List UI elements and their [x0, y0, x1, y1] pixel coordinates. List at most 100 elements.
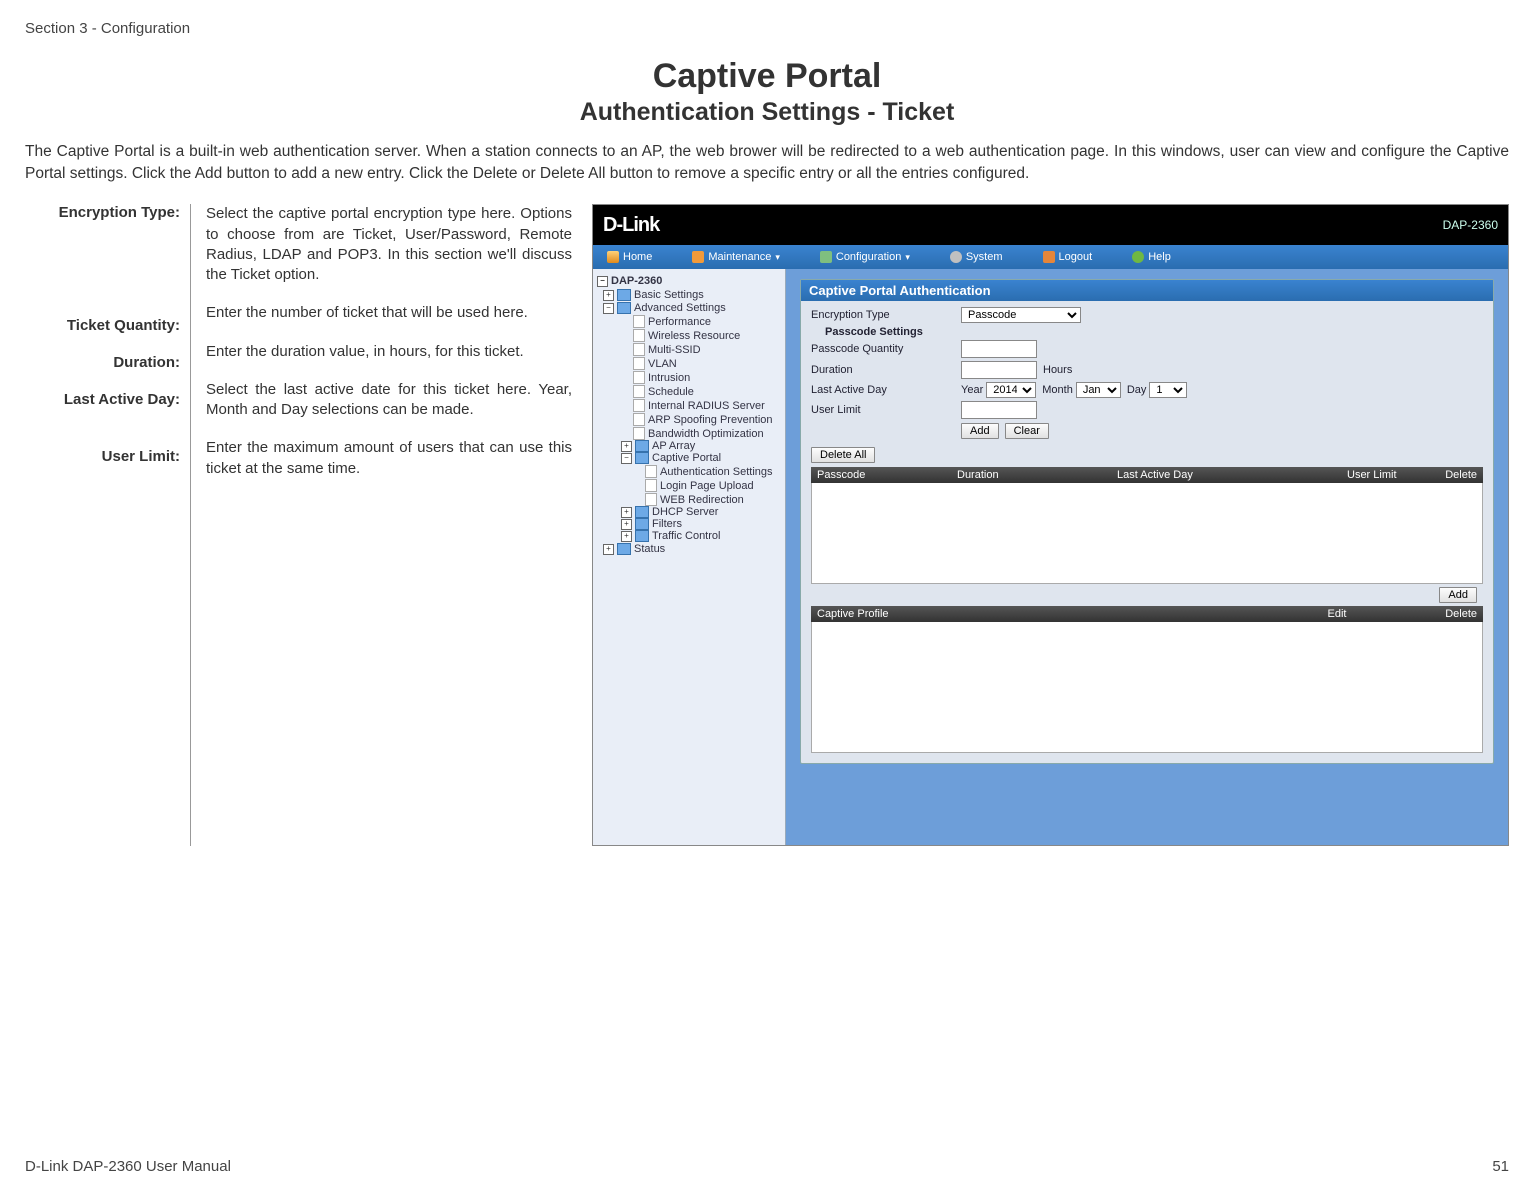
- tree-dhcp-server[interactable]: +DHCP Server: [621, 506, 781, 518]
- passcode-quantity-input[interactable]: [961, 340, 1037, 358]
- brand-logo: D-Link: [603, 214, 659, 237]
- menu-maintenance[interactable]: Maintenance▾: [692, 251, 780, 263]
- folder-icon: [635, 530, 649, 542]
- tree-filters[interactable]: +Filters: [621, 518, 781, 530]
- plus-icon[interactable]: +: [603, 544, 614, 555]
- profile-table-body: [811, 622, 1483, 753]
- captive-panel: Captive Portal Authentication Encryption…: [800, 279, 1494, 764]
- chevron-down-icon: ▾: [775, 252, 780, 263]
- page-icon: [645, 493, 657, 506]
- definitions: Encryption Type: Ticket Quantity: Durati…: [25, 204, 572, 846]
- passcode-table-header: Passcode Duration Last Active Day User L…: [811, 467, 1483, 483]
- chevron-down-icon: ▾: [905, 252, 910, 263]
- page-icon: [645, 465, 657, 478]
- col-lastday: Last Active Day: [1117, 469, 1347, 481]
- col-profile: Captive Profile: [817, 608, 1277, 620]
- day-select[interactable]: 1: [1149, 382, 1187, 398]
- tree-status[interactable]: +Status: [603, 543, 781, 555]
- tree-root-label: DAP-2360: [611, 275, 662, 287]
- topbar: D-Link DAP-2360: [593, 205, 1508, 245]
- menubar: Home Maintenance▾ Configuration▾ System …: [593, 245, 1508, 269]
- plus-icon[interactable]: +: [621, 441, 632, 452]
- user-limit-input[interactable]: [961, 401, 1037, 419]
- page-icon: [633, 371, 645, 384]
- def-desc-user-limit: Enter the maximum amount of users that c…: [206, 438, 572, 479]
- user-limit-label: User Limit: [811, 404, 961, 416]
- col-edit: Edit: [1277, 608, 1397, 620]
- page-icon: [633, 357, 645, 370]
- menu-home[interactable]: Home: [607, 251, 652, 263]
- def-desc-encryption: Select the captive portal encryption typ…: [206, 204, 572, 285]
- tree-leaf-wireless-resource[interactable]: Wireless Resource: [633, 329, 781, 342]
- def-desc-last-active: Select the last active date for this tic…: [206, 380, 572, 421]
- duration-label: Duration: [811, 364, 961, 376]
- tree-leaf-arp[interactable]: ARP Spoofing Prevention: [633, 413, 781, 426]
- tree-leaf-multi-ssid[interactable]: Multi-SSID: [633, 343, 781, 356]
- menu-logout-label: Logout: [1059, 251, 1093, 263]
- plus-icon[interactable]: +: [603, 290, 614, 301]
- plus-icon[interactable]: +: [621, 519, 632, 530]
- passcode-settings-heading: Passcode Settings: [825, 326, 1483, 338]
- menu-system[interactable]: System: [950, 251, 1003, 263]
- folder-icon: [617, 543, 631, 555]
- main-panel-area: Captive Portal Authentication Encryption…: [786, 269, 1508, 845]
- menu-logout[interactable]: Logout: [1043, 251, 1093, 263]
- footer-page-number: 51: [1492, 1158, 1509, 1175]
- tree-traffic-control[interactable]: +Traffic Control: [621, 530, 781, 542]
- page-icon: [633, 413, 645, 426]
- tree-leaf-auth-settings[interactable]: Authentication Settings: [645, 465, 781, 478]
- menu-configuration[interactable]: Configuration▾: [820, 251, 910, 263]
- panel-title: Captive Portal Authentication: [809, 283, 991, 298]
- minus-icon[interactable]: −: [597, 276, 608, 287]
- tree-root[interactable]: −DAP-2360: [597, 275, 781, 287]
- col-userlimit: User Limit: [1347, 469, 1427, 481]
- page-icon: [645, 479, 657, 492]
- folder-icon: [635, 506, 649, 518]
- passcode-table-body: [811, 483, 1483, 584]
- month-label: Month: [1042, 384, 1073, 396]
- year-select[interactable]: 2014: [986, 382, 1036, 398]
- help-icon: [1132, 251, 1144, 263]
- add-button[interactable]: Add: [961, 423, 999, 439]
- minus-icon[interactable]: −: [621, 453, 632, 464]
- tree-leaf-bandwidth[interactable]: Bandwidth Optimization: [633, 427, 781, 440]
- tree-ap-array[interactable]: +AP Array: [621, 440, 781, 452]
- page-icon: [633, 427, 645, 440]
- add-profile-button[interactable]: Add: [1439, 587, 1477, 603]
- tree-basic-label: Basic Settings: [634, 289, 704, 301]
- tree-leaf-intrusion[interactable]: Intrusion: [633, 371, 781, 384]
- passcode-quantity-label: Passcode Quantity: [811, 343, 961, 355]
- tree-leaf-schedule[interactable]: Schedule: [633, 385, 781, 398]
- page-title: Captive Portal: [25, 57, 1509, 96]
- menu-system-label: System: [966, 251, 1003, 263]
- tree-leaf-vlan[interactable]: VLAN: [633, 357, 781, 370]
- col-duration: Duration: [957, 469, 1117, 481]
- page-icon: [633, 399, 645, 412]
- plus-icon[interactable]: +: [621, 531, 632, 542]
- delete-all-button[interactable]: Delete All: [811, 447, 875, 463]
- clear-button[interactable]: Clear: [1005, 423, 1049, 439]
- folder-icon: [635, 440, 649, 452]
- encryption-type-select[interactable]: Passcode: [961, 307, 1081, 323]
- folder-icon: [617, 302, 631, 314]
- month-select[interactable]: Jan: [1076, 382, 1121, 398]
- tree-captive-portal[interactable]: −Captive Portal: [621, 452, 781, 464]
- tree-leaf-web-redirect[interactable]: WEB Redirection: [645, 493, 781, 506]
- tree-advanced-settings[interactable]: −Advanced Settings: [603, 302, 781, 314]
- menu-help[interactable]: Help: [1132, 251, 1171, 263]
- tree-leaf-radius[interactable]: Internal RADIUS Server: [633, 399, 781, 412]
- folder-icon: [635, 518, 649, 530]
- tree-leaf-performance[interactable]: Performance: [633, 315, 781, 328]
- folder-icon: [635, 452, 649, 464]
- tree-basic-settings[interactable]: + Basic Settings: [603, 289, 781, 301]
- plus-icon[interactable]: +: [621, 507, 632, 518]
- intro-paragraph: The Captive Portal is a built-in web aut…: [25, 141, 1509, 184]
- col-delete: Delete: [1427, 469, 1477, 481]
- tree-icon: [820, 251, 832, 263]
- duration-input[interactable]: [961, 361, 1037, 379]
- minus-icon[interactable]: −: [603, 303, 614, 314]
- tree-leaf-login-page[interactable]: Login Page Upload: [645, 479, 781, 492]
- footer-manual: D-Link DAP-2360 User Manual: [25, 1158, 231, 1175]
- gear-icon: [950, 251, 962, 263]
- last-active-day-label: Last Active Day: [811, 384, 961, 396]
